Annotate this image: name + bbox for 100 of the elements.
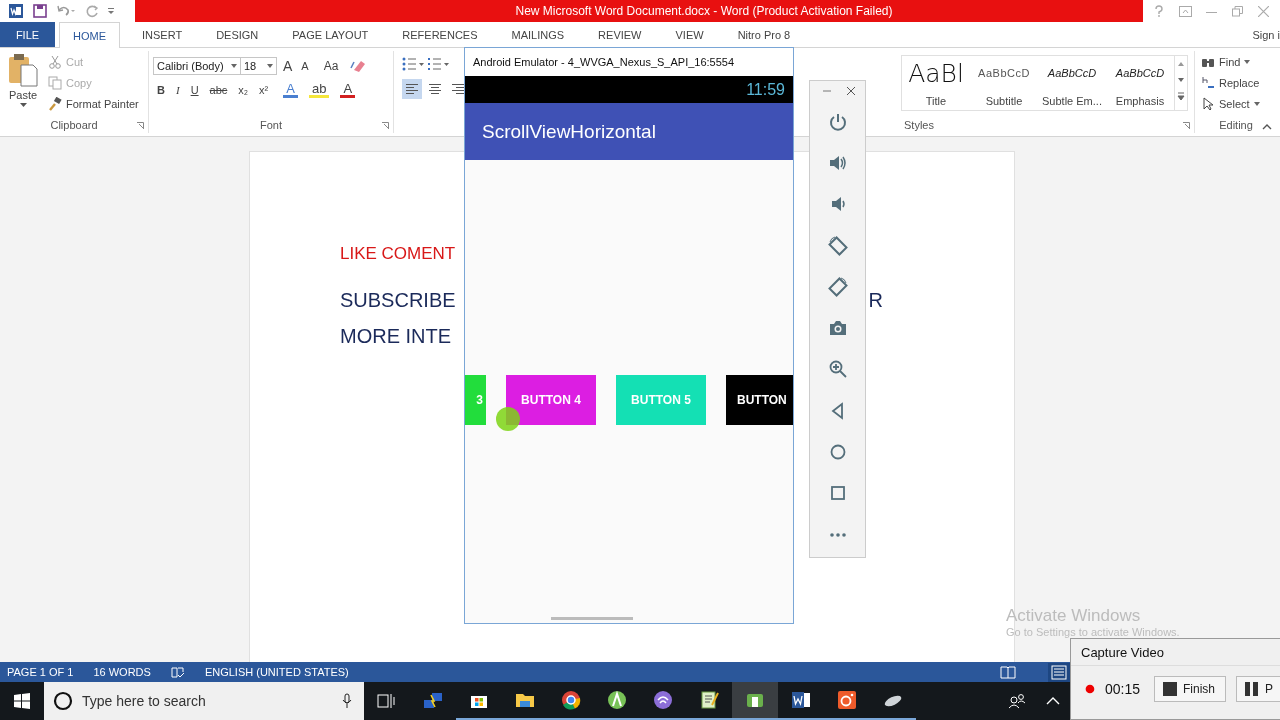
sign-in-link[interactable]: Sign i [1252, 28, 1280, 41]
file-tab[interactable]: FILE [0, 22, 55, 47]
read-mode-icon[interactable] [1000, 665, 1016, 679]
ribbon-tab[interactable]: MAILINGS [499, 22, 577, 47]
painter-button[interactable]: Format Painter [48, 95, 139, 113]
group-label: Font [260, 119, 282, 131]
capture-timer: 00:15 [1104, 681, 1140, 697]
pause-button[interactable]: P [1236, 676, 1280, 702]
ribbon-tab[interactable]: HOME [59, 22, 120, 48]
save-icon[interactable] [33, 4, 47, 18]
group-label: Clipboard [50, 119, 98, 131]
font-size-field[interactable]: 18 [240, 57, 277, 75]
numbering-icon[interactable] [427, 57, 449, 71]
highlight-button[interactable]: ab [308, 82, 330, 98]
app-button[interactable]: BUTTON [726, 375, 793, 425]
clock: 11:59 [746, 80, 785, 99]
stop-icon [1162, 682, 1177, 696]
clear-formatting-icon[interactable] [350, 59, 367, 73]
clipboard-icon [7, 53, 39, 87]
style-preview[interactable]: AaBbCcD Subtitle [970, 56, 1038, 110]
customize-menu-icon[interactable] [108, 6, 114, 16]
finish-button[interactable]: Finish [1153, 676, 1226, 702]
zoom-icon[interactable] [827, 359, 848, 380]
capture-title: Capture Video [1081, 644, 1164, 660]
shrink-font-button[interactable]: A [298, 57, 312, 75]
document-text: LIKE COMENT [340, 244, 456, 264]
cursor-icon [1201, 97, 1215, 111]
proofing-icon[interactable] [170, 665, 185, 679]
bullets-icon[interactable] [402, 57, 424, 71]
people-icon[interactable] [1008, 693, 1026, 709]
group-label: Editing [1219, 119, 1253, 131]
grow-font-button[interactable]: A [280, 57, 296, 75]
document-text: MORE INTE [340, 324, 452, 349]
replace-icon [1201, 76, 1215, 90]
cortana-icon [53, 691, 73, 711]
emulator-title: Android Emulator - 4_WVGA_Nexus_S_API_16:5554 [473, 56, 735, 68]
italic-button[interactable]: I [171, 81, 184, 99]
find-button[interactable]: Find [1201, 53, 1271, 71]
print-layout-icon[interactable] [1048, 662, 1070, 682]
rotate-left-icon[interactable] [827, 235, 848, 256]
chrome-icon[interactable] [560, 689, 582, 711]
bold-button[interactable]: B [153, 81, 169, 99]
pause-icon [1245, 682, 1259, 696]
ribbon-tab[interactable]: Nitro Pro 8 [725, 22, 803, 47]
microphone-icon[interactable] [342, 693, 352, 709]
notepad-icon[interactable] [698, 689, 720, 711]
rotate-right-icon[interactable] [827, 276, 848, 297]
undo-icon[interactable] [56, 4, 76, 18]
copy-icon [48, 76, 62, 90]
style-preview[interactable]: AaBl Title [902, 56, 970, 110]
caret-icon[interactable] [1046, 697, 1060, 705]
word-count[interactable]: 16 WORDS [93, 666, 151, 678]
ribbon-tab[interactable]: REVIEW [586, 22, 654, 47]
change-case-button[interactable]: Aa [320, 57, 342, 75]
ribbon-tab[interactable]: PAGE LAYOUT [280, 22, 381, 47]
app-button[interactable]: BUTTON 4 [506, 375, 596, 425]
touch-indicator-icon [495, 406, 521, 432]
search-field[interactable]: Type here to search [44, 682, 364, 720]
word-icon[interactable] [790, 689, 812, 711]
document-text: R [868, 288, 883, 313]
ribbon-tab[interactable]: VIEW [663, 22, 716, 47]
underline-button[interactable]: U [186, 81, 203, 99]
caret-icon [267, 64, 273, 68]
language-status[interactable]: ENGLISH (UNITED STATES) [204, 666, 349, 678]
strikethrough-button[interactable]: abc [205, 81, 232, 99]
word-logo-icon [8, 3, 24, 19]
align-center-icon [428, 83, 442, 95]
caret-icon [1244, 60, 1251, 64]
select-button[interactable]: Select [1201, 95, 1271, 113]
paintbrush-icon [48, 97, 62, 111]
close-icon[interactable] [847, 87, 855, 95]
style-preview[interactable]: AaBbCcD Subtle Em... [1038, 56, 1106, 110]
replace-button[interactable]: Replace [1201, 74, 1271, 92]
page-count[interactable]: PAGE 1 OF 1 [7, 666, 74, 678]
document-text: SUBSCRIBE [340, 288, 456, 313]
collapse-ribbon-icon[interactable] [1262, 123, 1272, 130]
ribbon-tab[interactable]: INSERT [130, 22, 195, 47]
caret-icon [231, 64, 237, 68]
group-label: Styles [904, 119, 934, 131]
dialog-launcher-icon[interactable] [1183, 121, 1190, 129]
ribbon-tab[interactable]: DESIGN [204, 22, 271, 47]
ribbon-tab[interactable]: REFERENCES [390, 22, 490, 47]
caret-icon [19, 103, 27, 107]
align-left-button[interactable] [402, 79, 422, 99]
dialog-launcher-icon[interactable] [382, 121, 389, 129]
align-right-icon [451, 83, 465, 95]
dialog-launcher-icon[interactable] [137, 121, 144, 129]
caret-icon [1253, 102, 1260, 106]
style-preview[interactable]: AaBbCcD Emphasis [1106, 56, 1174, 110]
subscript-button[interactable]: x₂ [234, 81, 253, 99]
paste-button[interactable]: Paste [4, 53, 42, 115]
text-effects-button[interactable]: A [283, 82, 298, 98]
font-family-field[interactable]: Calibri (Body) [153, 57, 241, 75]
binoculars-icon [1201, 56, 1215, 68]
camera-app-icon[interactable] [836, 689, 858, 711]
power-icon[interactable] [827, 111, 848, 132]
font-color-button[interactable]: A [340, 82, 356, 98]
window-title: New Microsoft Word Document.docx - Word (Product Activation Failed) [514, 4, 893, 18]
superscript-button[interactable]: x² [255, 81, 273, 99]
start-icon[interactable] [14, 693, 30, 709]
